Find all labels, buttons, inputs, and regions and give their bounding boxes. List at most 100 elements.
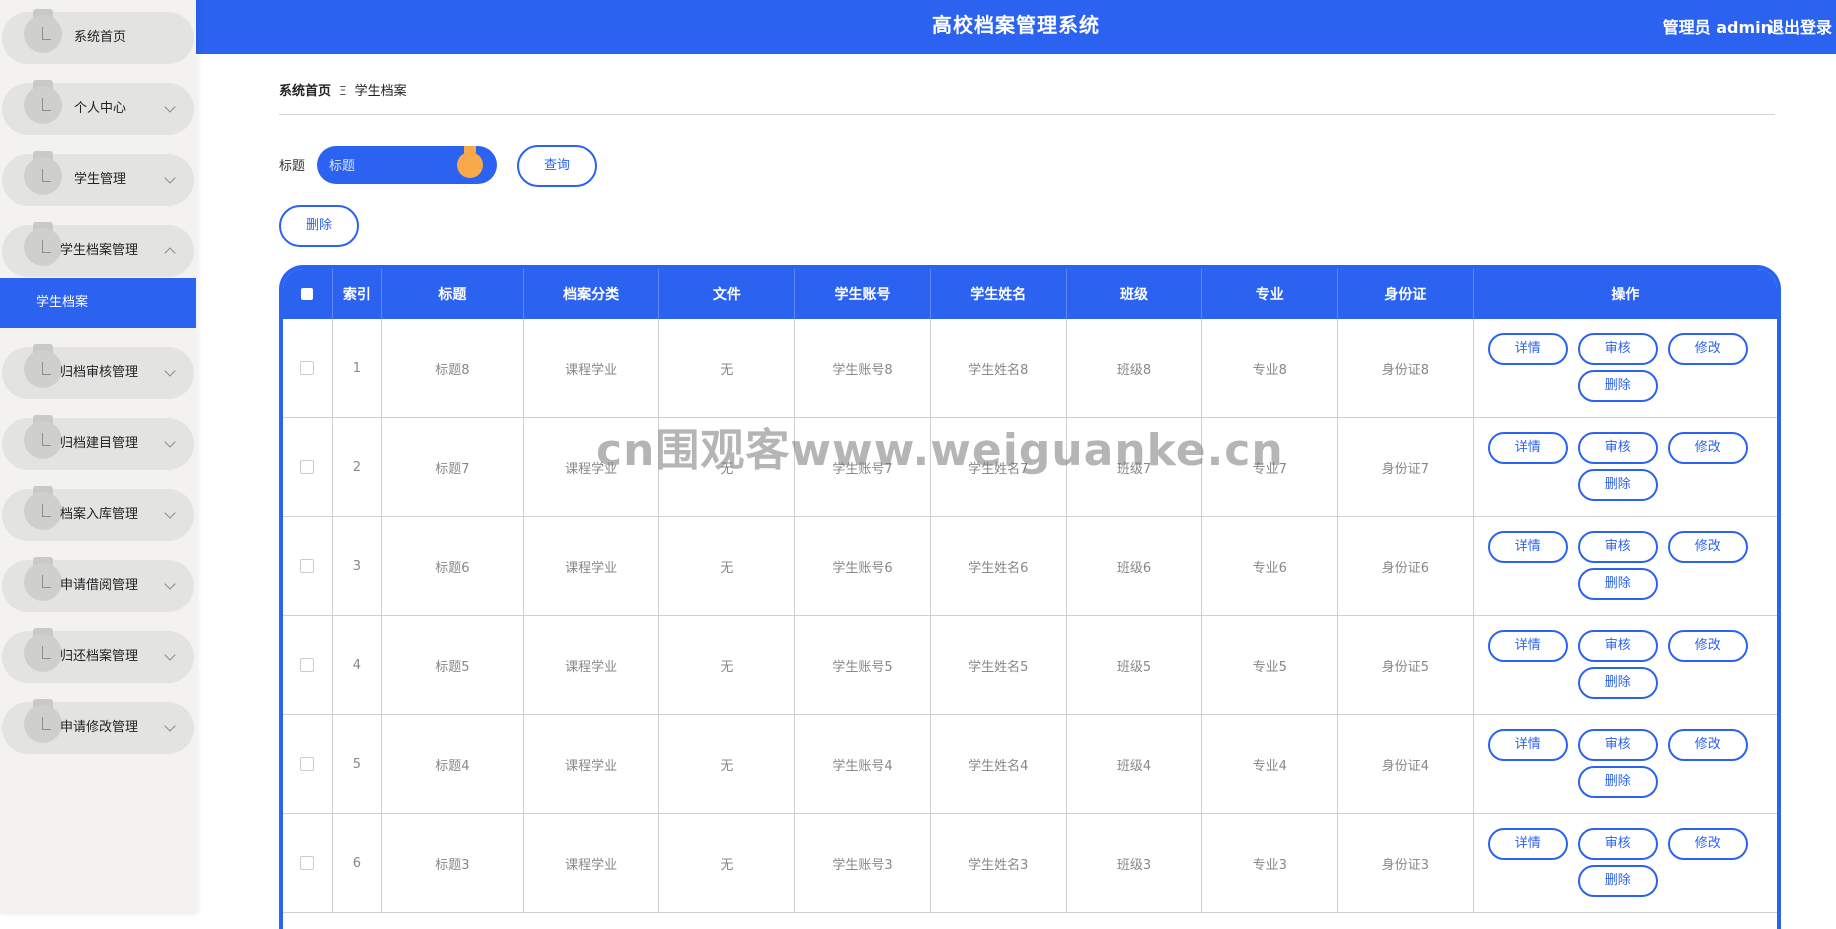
delete-row-button[interactable]: 删除	[1577, 667, 1658, 699]
row-checkbox-cell	[283, 615, 333, 715]
cell-id-card: 身份证7	[1337, 417, 1474, 517]
detail-button[interactable]: 详情	[1487, 531, 1568, 563]
column-header: 身份证	[1337, 269, 1474, 319]
sidebar-item-label: 系统首页	[74, 30, 127, 45]
review-button[interactable]: 审核	[1577, 432, 1658, 464]
delete-row-button[interactable]: 删除	[1577, 865, 1658, 897]
select-all-checkbox[interactable]	[301, 288, 314, 300]
cell-major: 专业8	[1201, 319, 1339, 418]
breadcrumb: 系统首页 Ξ 学生档案	[279, 80, 1775, 115]
row-checkbox-cell	[283, 319, 333, 418]
sidebar-item-2[interactable]: 学生管理	[2, 151, 194, 206]
table-row: 4 标题5 课程学业无学生账号5 学生姓名5 班级5 专业5 身份证5 详情 审核 修改 删除	[283, 615, 1777, 715]
cell-id-card: 身份证6	[1337, 516, 1474, 616]
cell-name: 学生姓名5	[930, 615, 1067, 715]
row-actions-cell: 详情 审核 修改 删除	[1473, 417, 1777, 517]
sidebar-item-label: 申请修改管理	[60, 720, 139, 735]
row-checkbox[interactable]	[300, 559, 315, 573]
cell-file: 无	[658, 319, 796, 418]
row-checkbox[interactable]	[300, 757, 315, 771]
delete-row-button[interactable]: 删除	[1577, 568, 1658, 600]
sidebar-item-6[interactable]: 档案入库管理	[2, 486, 194, 541]
cell-index: 5	[332, 714, 383, 814]
review-button[interactable]: 审核	[1577, 630, 1658, 662]
sidebar-item-1[interactable]: 个人中心	[2, 80, 194, 135]
row-checkbox[interactable]	[300, 460, 315, 474]
row-checkbox[interactable]	[300, 658, 315, 672]
detail-button[interactable]: 详情	[1487, 828, 1568, 860]
cell-category: 课程学业	[523, 615, 660, 715]
cell-file: 无	[658, 813, 796, 913]
delete-row-button[interactable]: 删除	[1577, 469, 1658, 501]
column-header: 学生账号	[794, 269, 931, 319]
pin-icon	[24, 557, 62, 607]
sidebar-item-7[interactable]: 申请借阅管理	[2, 557, 194, 612]
row-checkbox[interactable]	[300, 856, 315, 870]
cell-name: 学生姓名3	[930, 813, 1067, 913]
data-table: 索引 标题 档案分类 文件 学生账号 学生姓名 班级 专业 身份证 操作 1 标题8 课程学业无学生账…	[283, 269, 1777, 913]
cell-id-card: 身份证5	[1337, 615, 1474, 715]
row-actions-cell: 详情 审核 修改 删除	[1473, 319, 1777, 418]
sidebar-item-label: 归档建目管理	[60, 436, 139, 451]
app-title: 高校档案管理系统	[932, 13, 1100, 37]
review-button[interactable]: 审核	[1577, 333, 1658, 365]
chevron-down-icon	[164, 507, 176, 519]
detail-button[interactable]: 详情	[1487, 333, 1568, 365]
column-header: 专业	[1201, 269, 1339, 319]
detail-button[interactable]: 详情	[1487, 729, 1568, 761]
delete-selected-button[interactable]: 删除	[279, 205, 359, 247]
cell-account: 学生账号5	[794, 615, 931, 715]
row-checkbox[interactable]	[300, 361, 315, 375]
edit-button[interactable]: 修改	[1667, 630, 1748, 662]
pin-icon	[24, 344, 62, 394]
cell-major: 专业3	[1201, 813, 1339, 913]
row-actions-cell: 详情 审核 修改 删除	[1473, 714, 1777, 814]
pin-icon	[24, 699, 62, 749]
column-header: 档案分类	[523, 269, 660, 319]
select-all-checkbox-cell[interactable]	[283, 269, 333, 319]
pin-icon	[24, 628, 62, 678]
cell-name: 学生姓名8	[930, 319, 1067, 418]
edit-button[interactable]: 修改	[1667, 828, 1748, 860]
data-table-container: 索引 标题 档案分类 文件 学生账号 学生姓名 班级 专业 身份证 操作 1 标题8 课程学业无学生账…	[279, 265, 1781, 929]
cell-id-card: 身份证4	[1337, 714, 1474, 814]
sidebar-item-9[interactable]: 申请修改管理	[2, 699, 194, 754]
detail-button[interactable]: 详情	[1487, 630, 1568, 662]
search-input[interactable]	[327, 152, 451, 180]
review-button[interactable]: 审核	[1577, 729, 1658, 761]
sidebar-item-3[interactable]: 学生档案管理	[2, 222, 194, 277]
logout-link[interactable]: 退出登录	[1768, 14, 1832, 38]
edit-button[interactable]: 修改	[1667, 432, 1748, 464]
review-button[interactable]: 审核	[1577, 531, 1658, 563]
query-button[interactable]: 查询	[517, 145, 597, 187]
pin-icon	[24, 486, 62, 536]
delete-row-button[interactable]: 删除	[1577, 370, 1658, 402]
cell-title: 标题4	[381, 714, 524, 814]
cell-account: 学生账号6	[794, 516, 931, 616]
cell-index: 2	[332, 417, 383, 517]
detail-button[interactable]: 详情	[1487, 432, 1568, 464]
cell-file: 无	[658, 516, 796, 616]
cell-name: 学生姓名4	[930, 714, 1067, 814]
edit-button[interactable]: 修改	[1667, 531, 1748, 563]
sidebar-item-8[interactable]: 归还档案管理	[2, 628, 194, 683]
sidebar-subitem-student-archive[interactable]: 学生档案	[0, 278, 196, 328]
edit-button[interactable]: 修改	[1667, 333, 1748, 365]
cell-index: 6	[332, 813, 383, 913]
sidebar-item-label: 个人中心	[74, 101, 127, 116]
table-row: 5 标题4 课程学业无学生账号4 学生姓名4 班级4 专业4 身份证4 详情 审核 修改 删除	[283, 714, 1777, 814]
sidebar-item-0[interactable]: 系统首页	[2, 9, 194, 64]
review-button[interactable]: 审核	[1577, 828, 1658, 860]
sidebar-item-4[interactable]: 归档审核管理	[2, 344, 194, 399]
chevron-down-icon	[164, 101, 176, 113]
table-header-row: 索引 标题 档案分类 文件 学生账号 学生姓名 班级 专业 身份证 操作	[283, 269, 1777, 319]
chevron-down-icon	[164, 365, 176, 377]
sidebar-item-5[interactable]: 归档建目管理	[2, 415, 194, 470]
edit-button[interactable]: 修改	[1667, 729, 1748, 761]
breadcrumb-home[interactable]: 系统首页	[279, 84, 331, 99]
search-field	[317, 146, 497, 184]
cell-title: 标题3	[381, 813, 524, 913]
cell-index: 3	[332, 516, 383, 616]
chevron-down-icon	[164, 720, 176, 732]
delete-row-button[interactable]: 删除	[1577, 766, 1658, 798]
